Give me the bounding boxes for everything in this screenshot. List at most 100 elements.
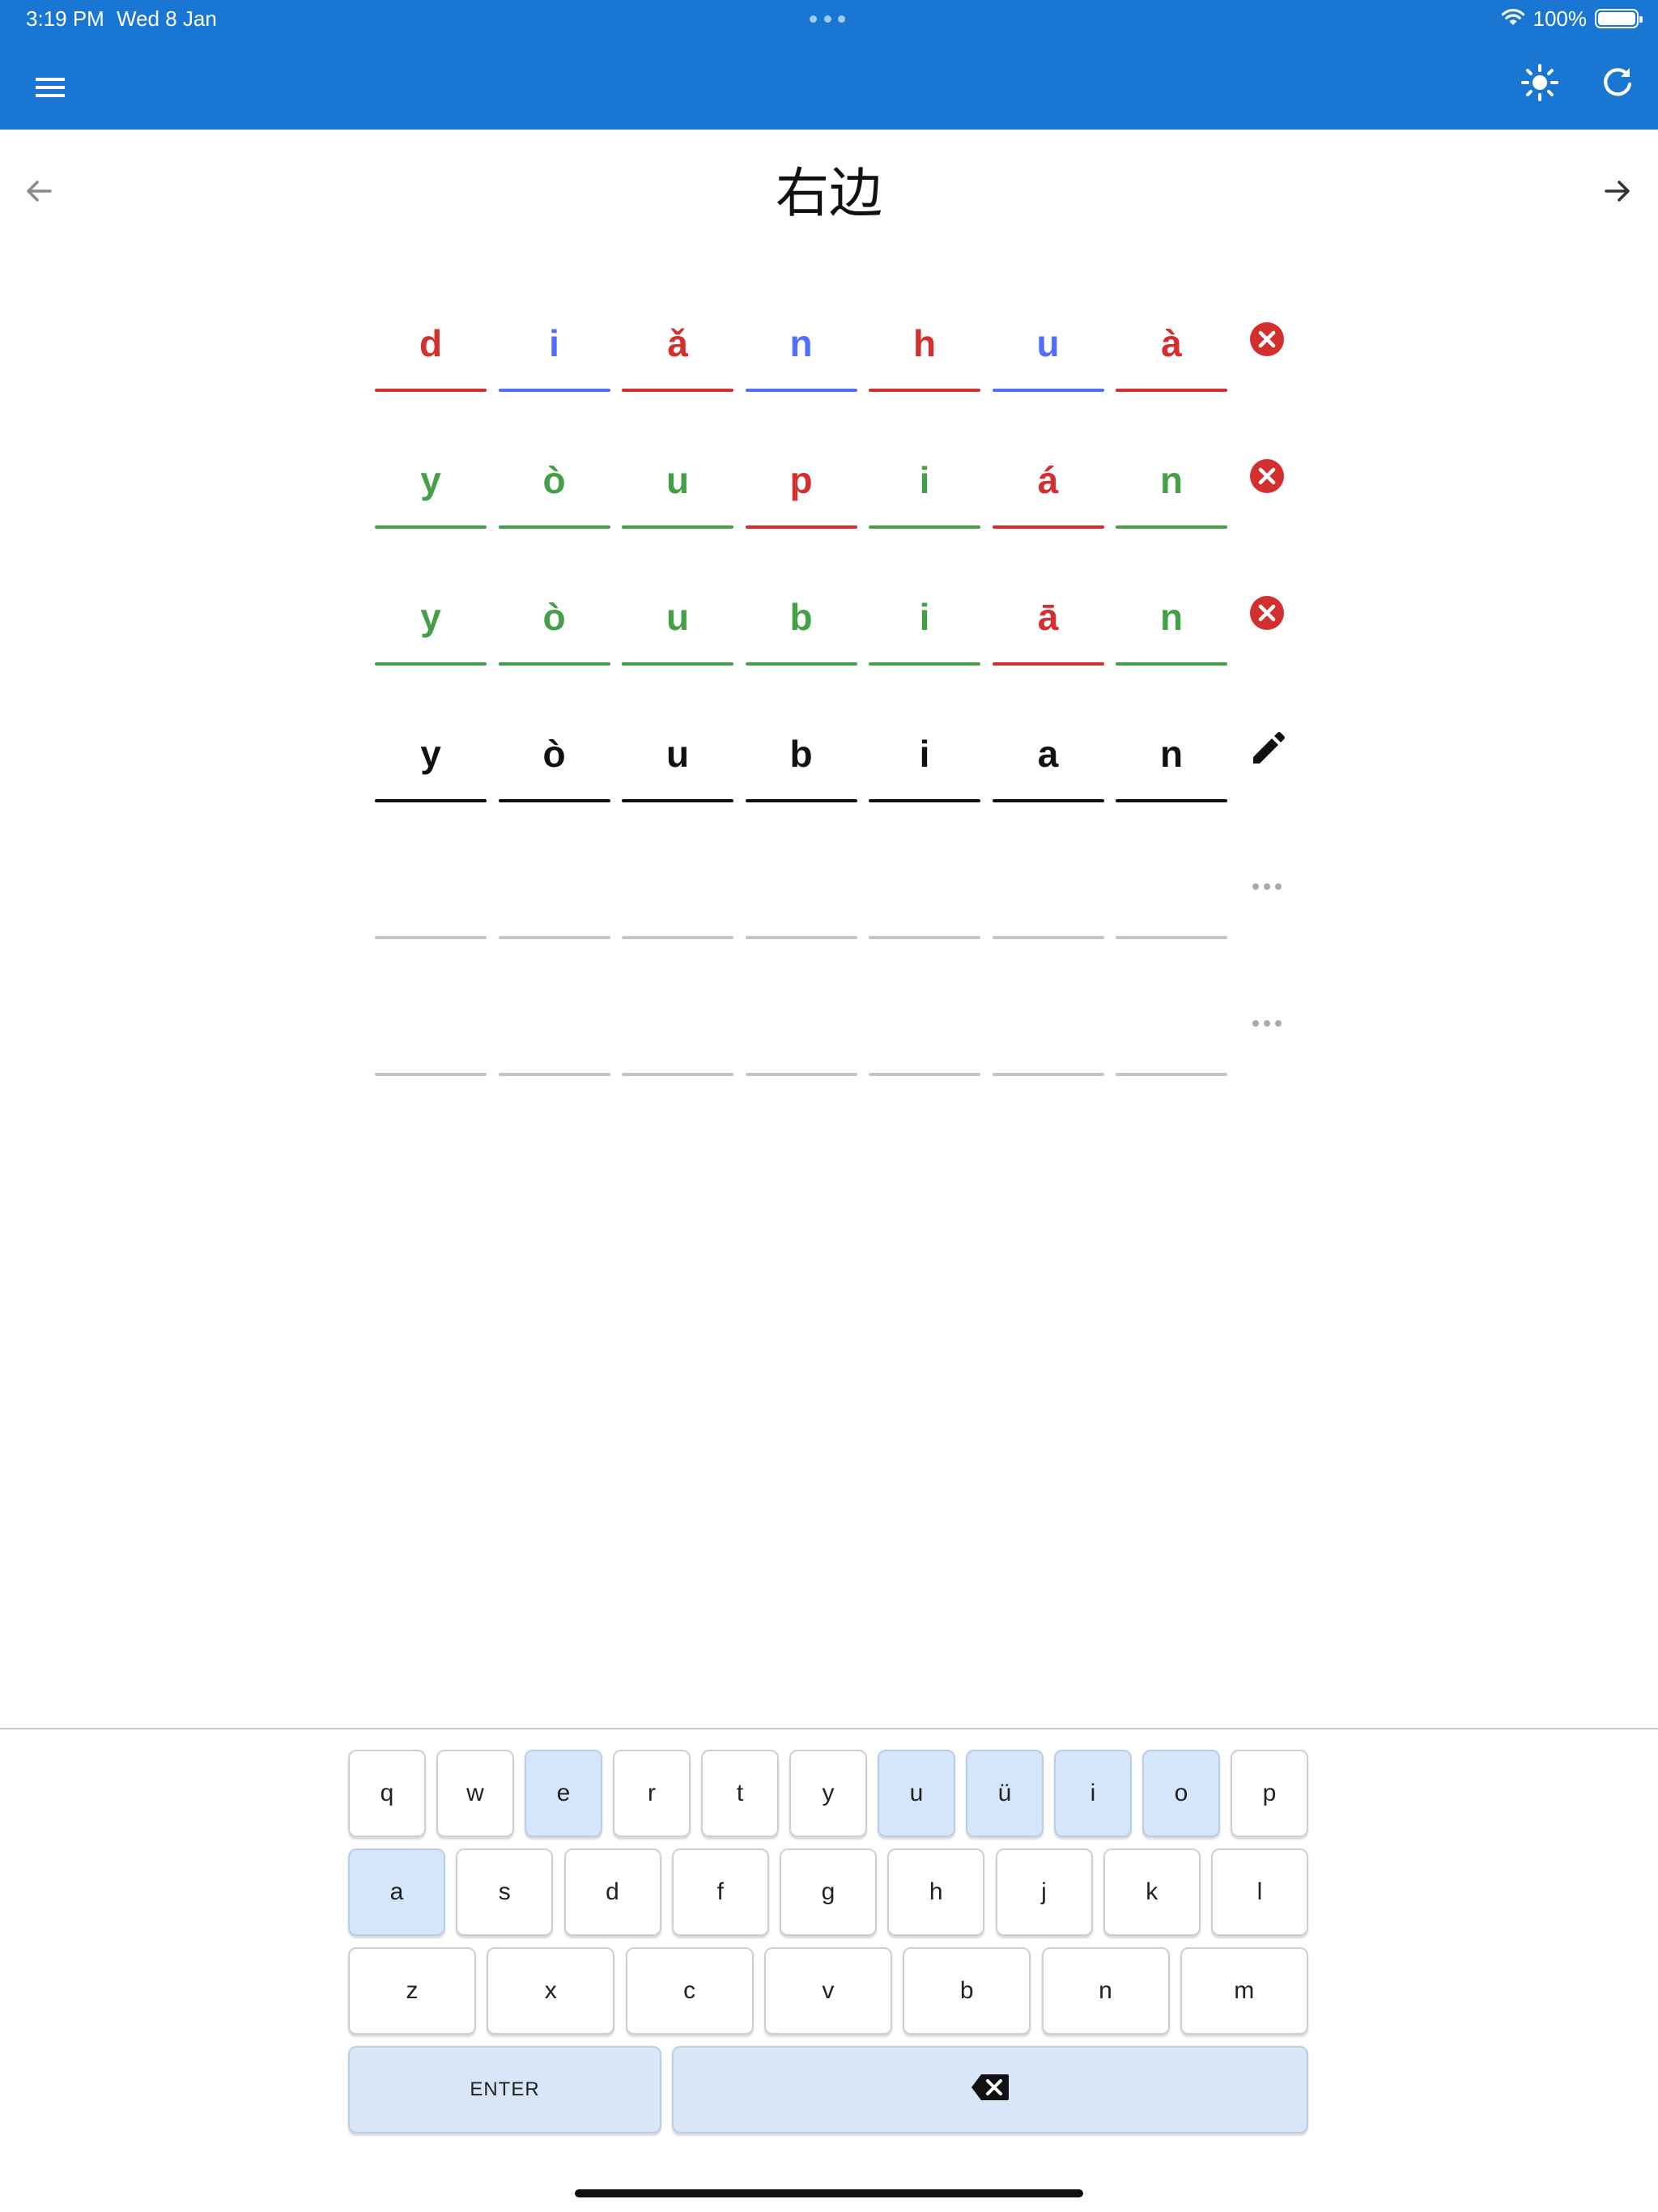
edit-icon[interactable] (1244, 726, 1290, 773)
backspace-icon (970, 2073, 1010, 2108)
letter-cell[interactable]: y (375, 713, 487, 802)
key-h[interactable]: h (887, 1848, 985, 1936)
letter-cell: u (622, 576, 733, 666)
theme-toggle-button[interactable] (1514, 58, 1566, 110)
status-time: 3:19 PM (26, 6, 104, 31)
battery-percent: 100% (1533, 6, 1588, 31)
key-c[interactable]: c (625, 1947, 754, 2035)
key-f[interactable]: f (671, 1848, 769, 1936)
letter-cell[interactable]: ò (498, 713, 610, 802)
refresh-icon (1600, 65, 1635, 104)
guess-row: y òu b i a n (0, 697, 1658, 835)
key-a[interactable]: a (348, 1848, 445, 1936)
letter-underline (375, 525, 487, 529)
letter-cell (745, 850, 857, 939)
letter-text: n (1159, 733, 1184, 775)
key-d[interactable]: d (563, 1848, 661, 1936)
cancel-icon (1244, 316, 1290, 363)
letter-underline (498, 799, 610, 802)
letter-text: ò (542, 459, 566, 501)
key-e[interactable]: e (525, 1750, 602, 1837)
key-v[interactable]: v (763, 1947, 892, 2035)
letter-cell (375, 987, 487, 1076)
key-t[interactable]: t (701, 1750, 779, 1837)
letter-cell[interactable]: u (622, 713, 733, 802)
app-screen: 3:19 PM Wed 8 Jan 100% 右边 d i ǎ n h u à … (0, 0, 1658, 2212)
refresh-button[interactable] (1592, 58, 1643, 110)
letter-text: n (789, 322, 813, 364)
key-s[interactable]: s (456, 1848, 554, 1936)
next-word-button[interactable] (1592, 167, 1643, 219)
letter-cell (1116, 987, 1227, 1076)
key-u[interactable]: u (878, 1750, 955, 1837)
letter-text: b (789, 596, 813, 638)
key-z[interactable]: z (348, 1947, 476, 2035)
letter-cell (992, 987, 1104, 1076)
letter-underline (869, 1073, 980, 1076)
letter-underline (992, 1073, 1104, 1076)
letter-cell[interactable]: n (1116, 713, 1227, 802)
letter-text: b (789, 733, 813, 775)
letter-cell: i (869, 440, 980, 529)
letter-cell: u (622, 440, 733, 529)
letter-text: p (789, 459, 813, 501)
letter-underline (375, 662, 487, 666)
letter-underline (869, 389, 980, 392)
letter-text: à (1161, 322, 1182, 364)
letter-underline (745, 662, 857, 666)
multitasking-dots-icon[interactable] (810, 15, 845, 23)
backspace-key[interactable] (672, 2046, 1308, 2133)
letter-underline (1116, 525, 1227, 529)
letter-cell[interactable]: i (869, 713, 980, 802)
key-y[interactable]: y (789, 1750, 867, 1837)
letter-cell: n (745, 303, 857, 392)
letter-text: i (919, 596, 930, 638)
menu-icon (34, 74, 66, 104)
key-k[interactable]: k (1103, 1848, 1201, 1936)
letter-text: y (420, 733, 441, 775)
key-x[interactable]: x (487, 1947, 615, 2035)
enter-key[interactable]: ENTER (348, 2046, 661, 2133)
letter-text: a (1037, 733, 1059, 775)
letter-cell: p (745, 440, 857, 529)
letter-text: n (1159, 459, 1184, 501)
key-o[interactable]: o (1142, 1750, 1220, 1837)
key-p[interactable]: p (1231, 1750, 1308, 1837)
home-indicator[interactable] (575, 2189, 1083, 2197)
letter-cell (869, 987, 980, 1076)
letter-underline (375, 389, 487, 392)
top-bar: 3:19 PM Wed 8 Jan 100% (0, 0, 1658, 130)
letter-text: y (420, 459, 441, 501)
letter-cell (869, 850, 980, 939)
letter-underline (622, 389, 733, 392)
letter-text: i (919, 459, 930, 501)
letter-underline (622, 1073, 733, 1076)
key-r[interactable]: r (613, 1750, 691, 1837)
letter-underline (869, 525, 980, 529)
key-w[interactable]: w (436, 1750, 514, 1837)
key-q[interactable]: q (348, 1750, 426, 1837)
more-horiz-icon (1244, 1000, 1290, 1047)
key-m[interactable]: m (1180, 1947, 1308, 2035)
key-g[interactable]: g (780, 1848, 877, 1936)
letter-cell[interactable]: b (745, 713, 857, 802)
letter-cell: ò (498, 440, 610, 529)
key-j[interactable]: j (995, 1848, 1093, 1936)
letter-underline (622, 936, 733, 939)
key-b[interactable]: b (903, 1947, 1031, 2035)
letter-text: u (1036, 322, 1060, 364)
letter-cell[interactable]: a (992, 713, 1104, 802)
letter-cell (622, 850, 733, 939)
letter-underline (498, 389, 610, 392)
letter-cell: à (1116, 303, 1227, 392)
cancel-icon (1244, 589, 1290, 636)
key-n[interactable]: n (1041, 1947, 1170, 2035)
menu-button[interactable] (24, 63, 76, 115)
key-l[interactable]: l (1211, 1848, 1308, 1936)
key-i[interactable]: i (1054, 1750, 1132, 1837)
letter-underline (622, 799, 733, 802)
status-indicators: 100% (1501, 5, 1643, 32)
letter-text: i (919, 733, 930, 775)
key-ü[interactable]: ü (966, 1750, 1044, 1837)
letter-cell: b (745, 576, 857, 666)
